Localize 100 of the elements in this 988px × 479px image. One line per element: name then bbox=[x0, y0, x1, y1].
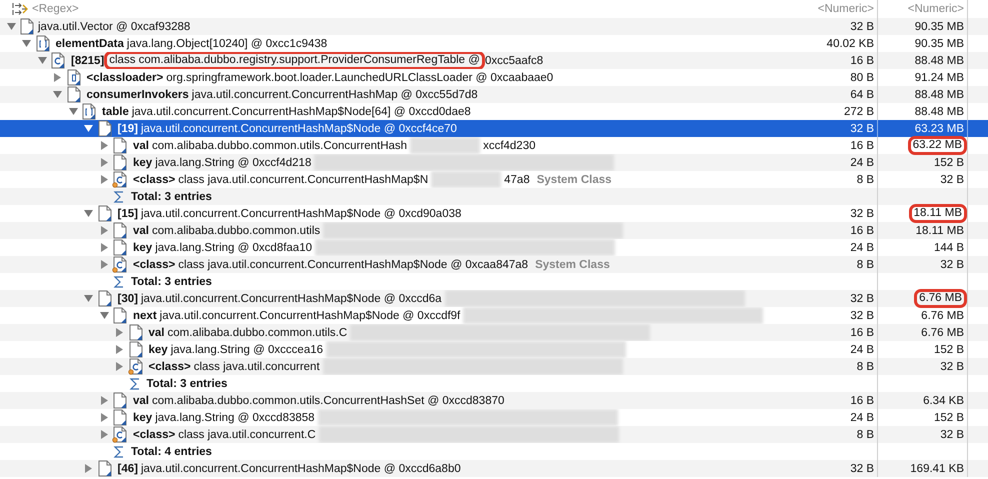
field-name: val bbox=[148, 326, 164, 338]
retained-heap: 90.35 MB bbox=[914, 38, 964, 50]
field-name: Total: 3 entries bbox=[131, 190, 212, 202]
tree-row[interactable]: [19] java.util.concurrent.ConcurrentHashMap$Node @ 0xccf4ce70 32 B 63.23 MB bbox=[0, 120, 988, 137]
expand-arrow-icon[interactable] bbox=[100, 413, 108, 422]
object-text: java.util.concurrent.ConcurrentHashMap$Node @ 0xccf4ce70 bbox=[140, 122, 457, 134]
expand-arrow-icon[interactable] bbox=[100, 141, 108, 150]
collapse-arrow-icon[interactable] bbox=[38, 56, 46, 65]
object-text: java.util.concurrent.ConcurrentHashMap$Node @ 0xccdf9f bbox=[160, 310, 460, 322]
retained-heap: 91.24 MB bbox=[914, 72, 964, 84]
expand-arrow-icon[interactable] bbox=[100, 260, 108, 269]
object-text: java.lang.String @ 0xcccea16 bbox=[170, 344, 324, 356]
tree-row[interactable]: [30] java.util.concurrent.ConcurrentHashMap$Node @ 0xccd6a 32 B 6.76 MB bbox=[0, 290, 988, 307]
retained-heap: 6.34 KB bbox=[923, 394, 964, 406]
expand-arrow-icon[interactable] bbox=[100, 175, 108, 184]
field-name: <class> bbox=[133, 174, 176, 186]
field-name: Total: 3 entries bbox=[131, 276, 212, 288]
retained-heap: 152 B bbox=[934, 156, 964, 168]
tree-row[interactable]: java.util.Vector @ 0xcaf93288 32 B 90.35 MB bbox=[0, 18, 988, 35]
object-icon bbox=[112, 222, 128, 239]
expand-arrow-icon[interactable] bbox=[100, 396, 108, 405]
tree-row[interactable]: [46] java.util.concurrent.ConcurrentHashMap$Node @ 0xccd6a8b0 32 B 169.41 KB bbox=[0, 460, 988, 477]
collapse-arrow-icon[interactable] bbox=[84, 124, 93, 133]
classloader-icon bbox=[66, 69, 82, 86]
collapse-arrow-icon[interactable] bbox=[68, 107, 78, 116]
object-text: com.alibaba.dubbo.common.utils.ConcurrentHashSet @ 0xccd83870 bbox=[152, 394, 504, 406]
object-icon bbox=[128, 341, 144, 358]
tree-row[interactable]: key java.lang.String @ 0xcccea16 24 B 152 B bbox=[0, 341, 988, 358]
object-icon bbox=[96, 205, 112, 222]
system-class-label: System Class bbox=[536, 174, 612, 186]
object-text: class java.util.concurrent.C bbox=[178, 428, 316, 440]
retained-heap: 32 B bbox=[940, 174, 964, 186]
expand-arrow-icon[interactable] bbox=[84, 464, 93, 473]
retained-heap: 32 B bbox=[940, 428, 964, 440]
retained-heap: 88.48 MB bbox=[914, 88, 964, 100]
field-name: [30] bbox=[118, 292, 138, 304]
expand-arrow-icon[interactable] bbox=[100, 158, 108, 167]
tree-row[interactable]: <class> class java.util.concurrent.ConcurrentHashMap$Node @ 0xcaa847a8 System Class 8 B 32 B bbox=[0, 256, 988, 273]
shallow-heap: 40.02 KB bbox=[826, 38, 874, 50]
field-name: key bbox=[133, 242, 152, 254]
tree-row[interactable]: [8215] class com.alibaba.dubbo.registry.support.ProviderConsumerRegTable @ 0xcc5aafc8 16 B 88.48 MB bbox=[0, 52, 988, 69]
field-name: <class> bbox=[133, 258, 176, 270]
field-name: key bbox=[133, 156, 152, 168]
expand-arrow-icon[interactable] bbox=[100, 243, 108, 252]
object-icon bbox=[112, 239, 128, 256]
tree-row[interactable]: <class> class java.util.concurrent 8 B 32 B bbox=[0, 358, 988, 375]
tree-row[interactable]: next java.util.concurrent.ConcurrentHashMap$Node @ 0xccdf9f 32 B 6.76 MB bbox=[0, 307, 988, 324]
object-text: com.alibaba.dubbo.common.utils.ConcurrentHash bbox=[152, 140, 408, 152]
class-icon bbox=[112, 426, 128, 443]
tree-row[interactable]: consumerInvokers java.util.concurrent.ConcurrentHashMap @ 0xcc55d7d8 64 B 88.48 MB bbox=[0, 86, 988, 103]
field-name: Total: 4 entries bbox=[131, 446, 212, 458]
tree-row[interactable]: val com.alibaba.dubbo.common.utils.C 16 B 6.76 MB bbox=[0, 324, 988, 341]
tree-row[interactable]: [15] java.util.concurrent.ConcurrentHashMap$Node @ 0xcd90a038 32 B 18.11 MB bbox=[0, 205, 988, 222]
expand-arrow-icon[interactable] bbox=[115, 328, 124, 337]
field-name: key bbox=[148, 344, 168, 356]
sum-icon bbox=[112, 190, 126, 204]
object-icon bbox=[112, 392, 128, 409]
object-text: org.springframework.boot.loader.LaunchedURLClassLoader @ 0xcaabaae0 bbox=[166, 72, 554, 84]
object-icon bbox=[96, 120, 112, 137]
shallow-heap: 32 B bbox=[850, 20, 874, 32]
object-text: java.util.Vector @ 0xcaf93288 bbox=[38, 20, 190, 32]
object-icon bbox=[128, 324, 144, 341]
collapse-arrow-icon[interactable] bbox=[84, 209, 93, 218]
expand-arrow-icon[interactable] bbox=[100, 226, 108, 235]
expand-arrow-icon[interactable] bbox=[100, 430, 108, 439]
object-icon bbox=[112, 137, 128, 154]
tree-row[interactable]: <class> class java.util.concurrent.C 8 B 32 B bbox=[0, 426, 988, 443]
field-name: [19] bbox=[118, 122, 138, 134]
tree-row[interactable]: val com.alibaba.dubbo.common.utils.ConcurrentHashSet @ 0xccd83870 16 B 6.34 KB bbox=[0, 392, 988, 409]
shallow-heap: 32 B bbox=[850, 292, 874, 304]
address-text: 47a8 bbox=[504, 174, 530, 186]
retained-heap: 90.35 MB bbox=[914, 20, 964, 32]
tree-row[interactable]: val com.alibaba.dubbo.common.utils 16 B 18.11 MB bbox=[0, 222, 988, 239]
tree-row[interactable]: key java.lang.String @ 0xcd8faa10 24 B 144 B bbox=[0, 239, 988, 256]
field-name: consumerInvokers bbox=[86, 88, 189, 100]
collapse-arrow-icon[interactable] bbox=[6, 22, 16, 31]
field-name: Total: 3 entries bbox=[146, 378, 228, 390]
field-name: <class> bbox=[148, 360, 191, 372]
tree-row[interactable]: Total: 3 entries bbox=[0, 188, 988, 205]
tree-row[interactable]: key java.lang.String @ 0xccf4d218 24 B 152 B bbox=[0, 154, 988, 171]
tree-row[interactable]: val com.alibaba.dubbo.common.utils.ConcurrentHash xccf4d230 16 B 63.22 MB bbox=[0, 137, 988, 154]
expand-arrow-icon[interactable] bbox=[115, 362, 124, 371]
retained-heap: 88.48 MB bbox=[914, 54, 964, 66]
array-icon bbox=[34, 35, 50, 52]
object-text: java.util.concurrent.ConcurrentHashMap$Node @ 0xccd6a bbox=[140, 292, 442, 304]
retained-heap: 63.23 MB bbox=[914, 122, 964, 134]
collapse-arrow-icon[interactable] bbox=[84, 294, 93, 303]
retained-heap: 144 B bbox=[934, 242, 964, 254]
tree-row[interactable]: key java.lang.String @ 0xccd83858 24 B 152 B bbox=[0, 409, 988, 426]
retained-heap: 88.48 MB bbox=[914, 106, 964, 118]
object-text: java.util.concurrent.ConcurrentHashMap$Node[64] @ 0xccd0dae8 bbox=[132, 106, 471, 118]
collapse-arrow-icon[interactable] bbox=[100, 311, 108, 320]
expand-arrow-icon[interactable] bbox=[115, 345, 124, 354]
expand-arrow-icon[interactable] bbox=[53, 73, 62, 82]
field-name: next bbox=[133, 310, 157, 322]
field-name: <classloader> bbox=[86, 72, 164, 84]
collapse-arrow-icon[interactable] bbox=[22, 39, 31, 48]
object-text: class java.util.concurrent.ConcurrentHashMap$Node @ 0xcaa847a8 bbox=[178, 258, 528, 270]
shallow-heap: 32 B bbox=[850, 122, 874, 134]
collapse-arrow-icon[interactable] bbox=[53, 90, 62, 99]
